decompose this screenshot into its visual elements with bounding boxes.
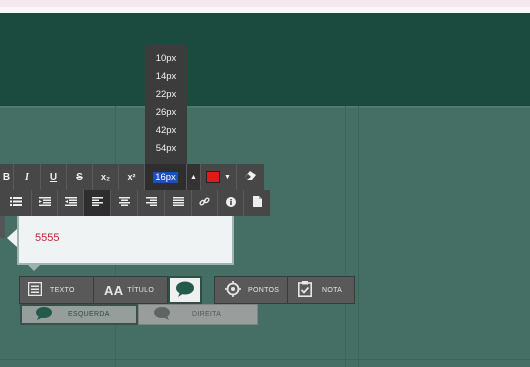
speech-bubble-left-icon [36,307,52,322]
align-right-icon [145,197,157,209]
align-justify-icon [172,197,184,209]
font-size-value: 16px [153,171,178,183]
align-center-icon [118,197,130,209]
align-right-button[interactable] [138,190,165,216]
align-center-button[interactable] [111,190,138,216]
strike-label: S [76,171,83,183]
eraser-icon [245,171,256,183]
document-icon [252,196,262,210]
page-button[interactable] [244,190,270,216]
type-balao-button[interactable] [168,276,202,304]
strikethrough-button[interactable]: S [67,164,93,190]
grid-line [0,359,530,360]
color-swatch [206,171,220,183]
bold-label: B [2,171,11,183]
indent-icon [64,197,77,209]
subscript-label: x₂ [100,172,110,182]
underline-label: U [49,171,58,183]
font-size-dropdown-arrow[interactable]: ▲ [187,164,201,190]
top-strip [0,0,530,7]
type-titulo-button[interactable]: AA TÍTULO [93,276,168,304]
speech-bubble-tail [7,229,17,247]
superscript-button[interactable]: x² [119,164,145,190]
align-left-icon [91,197,103,209]
type-pontos-label: PONTOS [248,286,280,294]
font-size-option[interactable]: 42px [145,122,187,140]
italic-label: I [25,171,29,183]
type-pontos-button[interactable]: PONTOS [214,276,288,304]
info-button[interactable] [218,190,244,216]
bold-button[interactable]: B [0,164,14,190]
list-icon [9,197,22,209]
align-esquerda-button[interactable]: ESQUERDA [20,304,138,325]
underline-button[interactable]: U [41,164,67,190]
type-nota-label: NOTA [322,286,343,294]
grid-line [358,106,359,367]
text-color-button[interactable]: ▼ [201,164,237,190]
side-handle [0,216,5,238]
font-size-option[interactable]: 22px [145,86,187,104]
font-size-option[interactable]: 26px [145,104,187,122]
type-texto-button[interactable]: TEXTO [19,276,94,304]
grid-line [345,106,346,367]
font-size-option[interactable]: 10px [145,50,187,68]
font-size-menu: 10px 14px 22px 26px 42px 54px [145,45,187,164]
type-titulo-label: TÍTULO [127,286,155,294]
font-size-option[interactable]: 54px [145,140,187,158]
link-icon [199,196,210,210]
formatting-toolbar: B I U S x₂ x² 16px ▲ ▼ [0,164,264,190]
speech-bubble-right-icon [154,307,170,322]
type-nota-button[interactable]: NOTA [287,276,355,304]
chevron-down-icon: ▼ [224,173,231,181]
align-left-button[interactable] [84,190,111,216]
bubble-pointer [28,265,40,271]
align-direita-button[interactable]: DIREITA [138,304,258,325]
header-banner [0,13,530,106]
info-icon [225,196,236,210]
superscript-label: x² [127,172,136,182]
canvas-edge [0,106,530,108]
type-texto-label: TEXTO [50,286,75,294]
bubble-content[interactable]: 5555 [35,232,59,244]
align-esquerda-label: ESQUERDA [68,311,110,318]
bullet-list-button[interactable] [0,190,32,216]
outdent-icon [38,197,51,209]
outdent-button[interactable] [32,190,58,216]
paragraph-toolbar [0,190,270,216]
caret-up-icon: ▲ [190,173,197,181]
crosshair-icon [225,281,241,299]
font-size-option[interactable]: 14px [145,68,187,86]
document-icon [27,281,43,298]
subscript-button[interactable]: x₂ [93,164,119,190]
align-direita-label: DIREITA [192,311,222,318]
justify-button[interactable] [165,190,192,216]
indent-button[interactable] [58,190,84,216]
clipboard-check-icon [298,281,312,299]
clear-format-button[interactable] [237,164,264,190]
speech-bubble-icon [176,281,194,299]
italic-button[interactable]: I [14,164,41,190]
font-size-select[interactable]: 16px [145,164,187,190]
font-icon: AA [104,282,124,298]
link-button[interactable] [192,190,218,216]
